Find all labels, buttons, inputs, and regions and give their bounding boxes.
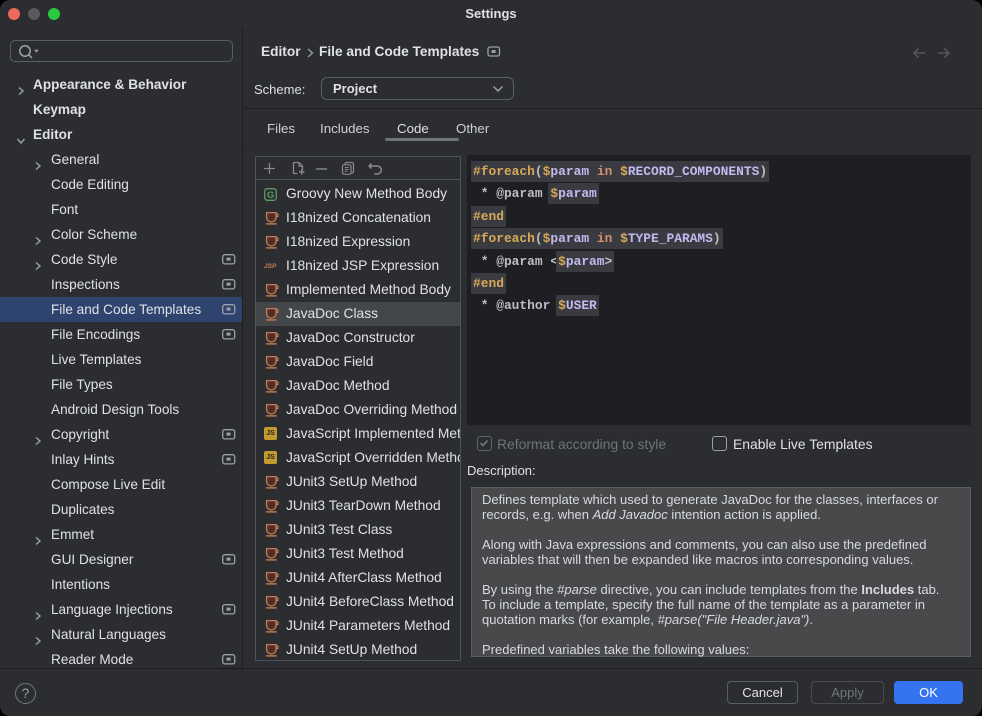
svg-text:G: G bbox=[267, 190, 274, 201]
